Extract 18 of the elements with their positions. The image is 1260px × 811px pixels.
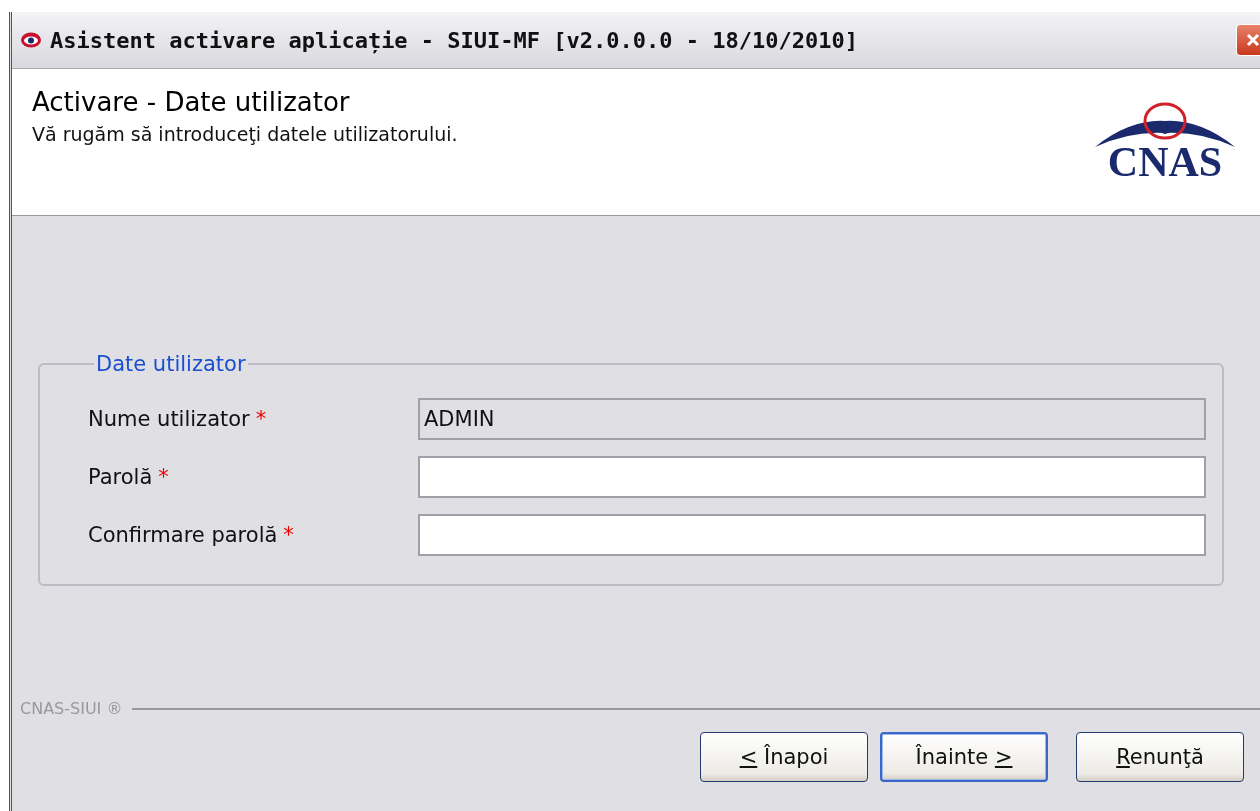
wizard-button[interactable]: < Înapoi bbox=[700, 732, 868, 782]
field-label: Confirmare parolă bbox=[88, 523, 278, 547]
input-field[interactable] bbox=[418, 514, 1206, 556]
required-mark: * bbox=[283, 523, 294, 547]
field-label: Nume utilizator bbox=[88, 407, 250, 431]
page-subtitle: Vă rugăm să introduceţi datele utilizatorului. bbox=[32, 123, 458, 145]
logo-text: CNAS bbox=[1107, 141, 1223, 183]
required-mark: * bbox=[158, 465, 169, 489]
field-label: Parolă bbox=[88, 465, 153, 489]
page-title: Activare - Date utilizator bbox=[32, 87, 351, 117]
input-field[interactable] bbox=[418, 456, 1206, 498]
window-title: Asistent activare aplicație - SIUI-MF [v2.0.0.0 - 18/10/2010] bbox=[50, 27, 858, 53]
wizard-button[interactable]: Înainte > bbox=[880, 732, 1048, 782]
group-legend: Date utilizator bbox=[94, 352, 248, 376]
required-mark: * bbox=[255, 407, 267, 431]
footer-brand: CNAS-SIUI ® bbox=[20, 699, 123, 718]
wizard-button[interactable]: Renunţă bbox=[1076, 732, 1244, 782]
eye-icon bbox=[20, 31, 42, 49]
